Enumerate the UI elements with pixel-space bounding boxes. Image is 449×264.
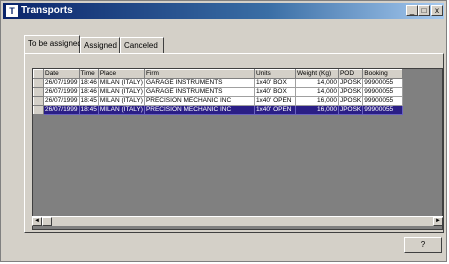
cell-date: 26/07/1999 — [43, 78, 80, 88]
table-row[interactable]: 26/07/1999 18:45 MILAN (ITALY) PRECISION… — [33, 96, 404, 106]
cell-time: 18:46 — [78, 87, 99, 97]
tab-assigned[interactable]: Assigned — [80, 37, 120, 53]
close-button[interactable]: x — [431, 5, 443, 16]
table-header-row: Date Time Place Firm Units Weight (Kg) P… — [33, 69, 404, 79]
cell-units: 1x40' BOX — [253, 87, 296, 97]
cell-place: MILAN (ITALY) — [97, 87, 145, 97]
cell-pod: JPOSK — [337, 78, 364, 88]
cell-place: MILAN (ITALY) — [97, 78, 145, 88]
row-selector[interactable] — [33, 96, 44, 106]
maximize-button[interactable]: □ — [418, 5, 430, 16]
window-title: Transports — [21, 5, 73, 16]
cell-place: MILAN (ITALY) — [97, 105, 145, 115]
cell-date: 26/07/1999 — [43, 105, 80, 115]
horizontal-scrollbar[interactable]: ◄ ► — [32, 216, 443, 226]
scroll-thumb[interactable] — [42, 217, 52, 226]
app-icon: T — [6, 5, 18, 17]
cell-units: 1x40' OPEN — [253, 105, 296, 115]
scroll-left-icon[interactable]: ◄ — [32, 217, 42, 226]
cell-weight: 14,000 — [294, 87, 339, 97]
column-header[interactable]: Firm — [143, 69, 255, 79]
cell-time: 18:46 — [78, 78, 99, 88]
row-selector[interactable] — [33, 78, 44, 88]
column-header[interactable]: POD — [337, 69, 364, 79]
column-header[interactable]: Date — [43, 69, 80, 79]
cell-firm: PRECISION MECHANIC INC — [143, 105, 255, 115]
cell-weight: 16,000 — [294, 105, 339, 115]
cell-date: 26/07/1999 — [43, 87, 80, 97]
column-header[interactable]: Time — [78, 69, 99, 79]
cell-booking: 99900055 — [362, 78, 404, 88]
title-bar[interactable]: T Transports _ □ x — [3, 3, 444, 19]
cell-booking: 99900055 — [362, 105, 404, 115]
cell-firm: GARAGE INSTRUMENTS — [143, 78, 255, 88]
cell-units: 1x40' OPEN — [253, 96, 296, 106]
tab-to-be-assigned[interactable]: To be assigned — [24, 35, 82, 53]
help-button[interactable]: ? — [404, 237, 442, 253]
cell-firm: GARAGE INSTRUMENTS — [143, 87, 255, 97]
scroll-right-icon[interactable]: ► — [433, 217, 443, 226]
transports-table: Date Time Place Firm Units Weight (Kg) P… — [33, 69, 404, 115]
cell-date: 26/07/1999 — [43, 96, 80, 106]
column-header[interactable]: Booking — [362, 69, 404, 79]
column-header[interactable]: Place — [97, 69, 145, 79]
cell-time: 18:45 — [78, 105, 99, 115]
cell-pod: JPOSK — [337, 87, 364, 97]
row-selector-header — [33, 69, 44, 79]
minimize-button[interactable]: _ — [406, 5, 418, 16]
tab-canceled[interactable]: Canceled — [120, 37, 164, 53]
transports-grid[interactable]: Date Time Place Firm Units Weight (Kg) P… — [32, 68, 443, 230]
table-row-selected[interactable]: 26/07/1999 18:45 MILAN (ITALY) PRECISION… — [33, 105, 404, 115]
table-row[interactable]: 26/07/1999 18:46 MILAN (ITALY) GARAGE IN… — [33, 78, 404, 88]
cell-weight: 16,000 — [294, 96, 339, 106]
cell-units: 1x40' BOX — [253, 78, 296, 88]
cell-time: 18:45 — [78, 96, 99, 106]
table-row[interactable]: 26/07/1999 18:46 MILAN (ITALY) GARAGE IN… — [33, 87, 404, 97]
cell-firm: PRECISION MECHANIC INC — [143, 96, 255, 106]
column-header[interactable]: Weight (Kg) — [294, 69, 339, 79]
row-selector[interactable] — [33, 105, 44, 115]
row-selector[interactable] — [33, 87, 44, 97]
cell-booking: 99900055 — [362, 96, 404, 106]
cell-pod: JPOSK — [337, 105, 364, 115]
cell-pod: JPOSK — [337, 96, 364, 106]
cell-weight: 14,000 — [294, 78, 339, 88]
cell-place: MILAN (ITALY) — [97, 96, 145, 106]
cell-booking: 99900055 — [362, 87, 404, 97]
column-header[interactable]: Units — [253, 69, 296, 79]
